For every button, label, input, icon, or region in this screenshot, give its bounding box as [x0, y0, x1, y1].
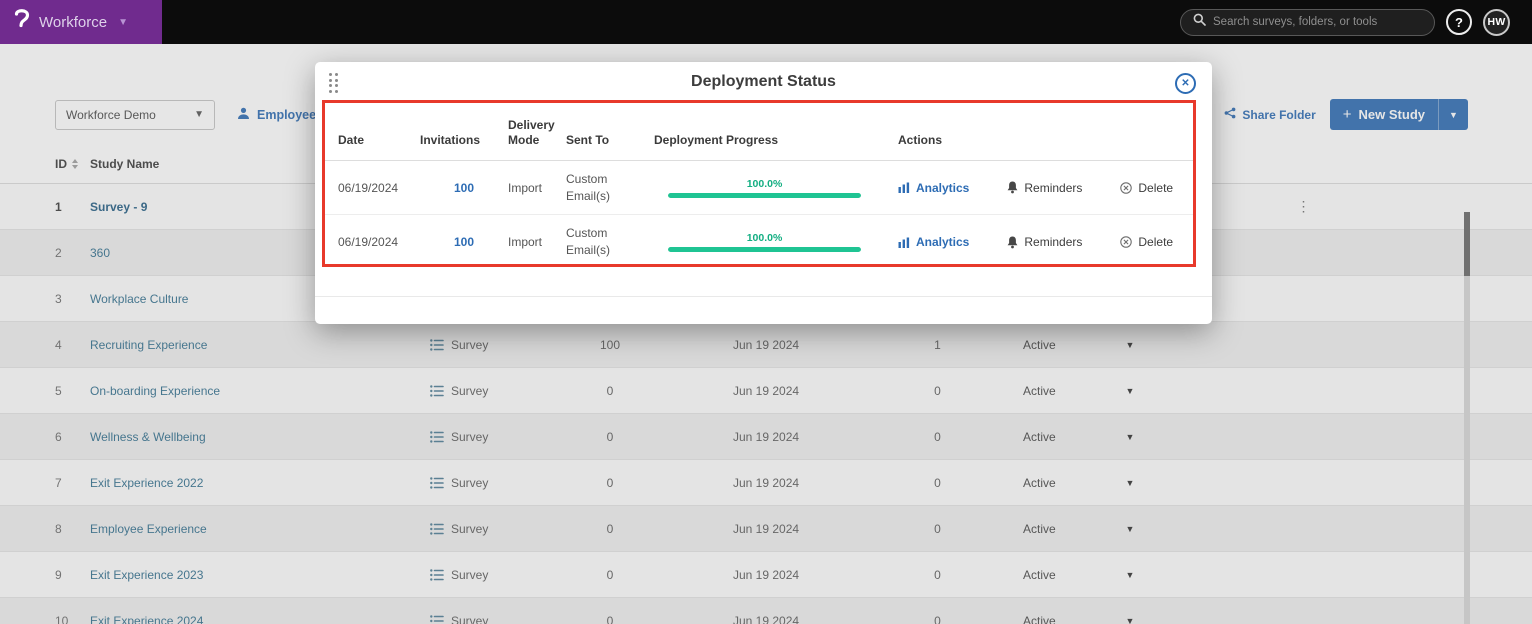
- help-button[interactable]: ?: [1446, 9, 1472, 35]
- avatar[interactable]: HW: [1483, 8, 1510, 36]
- reminders-button[interactable]: Reminders: [1007, 235, 1082, 249]
- delete-button[interactable]: Delete: [1120, 181, 1173, 195]
- deployment-date: 06/19/2024: [338, 235, 399, 249]
- application-window: Workforce ▼ ? HW Workforce Demo ▼: [0, 0, 1532, 624]
- delete-icon: [1120, 181, 1133, 194]
- bar-chart-icon: [898, 237, 910, 248]
- delete-icon: [1120, 236, 1133, 248]
- progress-percent: 100.0%: [746, 232, 783, 244]
- search-input[interactable]: [1213, 16, 1422, 28]
- delivery-mode: Import: [508, 235, 543, 249]
- top-navigation-bar: Workforce ▼ ? HW: [0, 0, 1532, 44]
- deployment-progress-bar: 100.0%: [668, 178, 861, 198]
- col-delivery-mode: Delivery Mode: [508, 117, 555, 148]
- global-search[interactable]: [1180, 8, 1435, 36]
- col-deployment-progress: Deployment Progress: [654, 133, 779, 148]
- invitations-link[interactable]: 100: [454, 235, 474, 249]
- sent-to: Custom Email(s): [566, 171, 610, 203]
- workspace-switcher[interactable]: Workforce ▼: [0, 0, 162, 44]
- close-icon: ✕: [1181, 77, 1190, 89]
- col-date: Date: [338, 133, 365, 148]
- progress-percent: 100.0%: [746, 177, 783, 190]
- chevron-down-icon: ▼: [118, 16, 128, 28]
- search-icon: [1193, 13, 1206, 31]
- modal-divider: [315, 296, 1212, 297]
- invitations-link[interactable]: 100: [454, 181, 474, 195]
- deployment-row: 06/19/2024 100 Import Custom Email(s) 100.0%…: [325, 215, 1193, 264]
- workspace-name: Workforce: [39, 13, 108, 31]
- bar-chart-icon: [898, 182, 910, 193]
- sent-to: Custom Email(s): [566, 226, 610, 257]
- col-invitations: Invitations: [420, 133, 481, 148]
- deployment-status-modal: Deployment Status ✕ Date Invitations Del…: [315, 62, 1212, 324]
- delete-button[interactable]: Delete: [1120, 235, 1173, 249]
- brand-logo: [14, 7, 30, 38]
- deployment-row: 06/19/2024 100 Import Custom Email(s) 100.0%…: [325, 161, 1193, 215]
- close-button[interactable]: ✕: [1175, 73, 1196, 94]
- col-actions: Actions: [898, 133, 943, 148]
- bell-icon: [1007, 181, 1018, 194]
- bell-icon: [1007, 236, 1018, 248]
- highlight-annotation: Date Invitations Delivery Mode Sent To D…: [322, 100, 1196, 267]
- delivery-mode: Import: [508, 180, 543, 195]
- modal-title: Deployment Status: [691, 73, 836, 90]
- deployment-table-body: 06/19/2024 100 Import Custom Email(s) 100.0%…: [325, 161, 1193, 264]
- deployment-progress-bar: 100.0%: [668, 232, 861, 252]
- deployment-date: 06/19/2024: [338, 180, 399, 195]
- col-sent-to: Sent To: [566, 133, 610, 148]
- analytics-button[interactable]: Analytics: [898, 181, 969, 195]
- reminders-button[interactable]: Reminders: [1007, 181, 1082, 195]
- analytics-button[interactable]: Analytics: [898, 235, 969, 249]
- deployment-table-header: Date Invitations Delivery Mode Sent To D…: [325, 103, 1193, 161]
